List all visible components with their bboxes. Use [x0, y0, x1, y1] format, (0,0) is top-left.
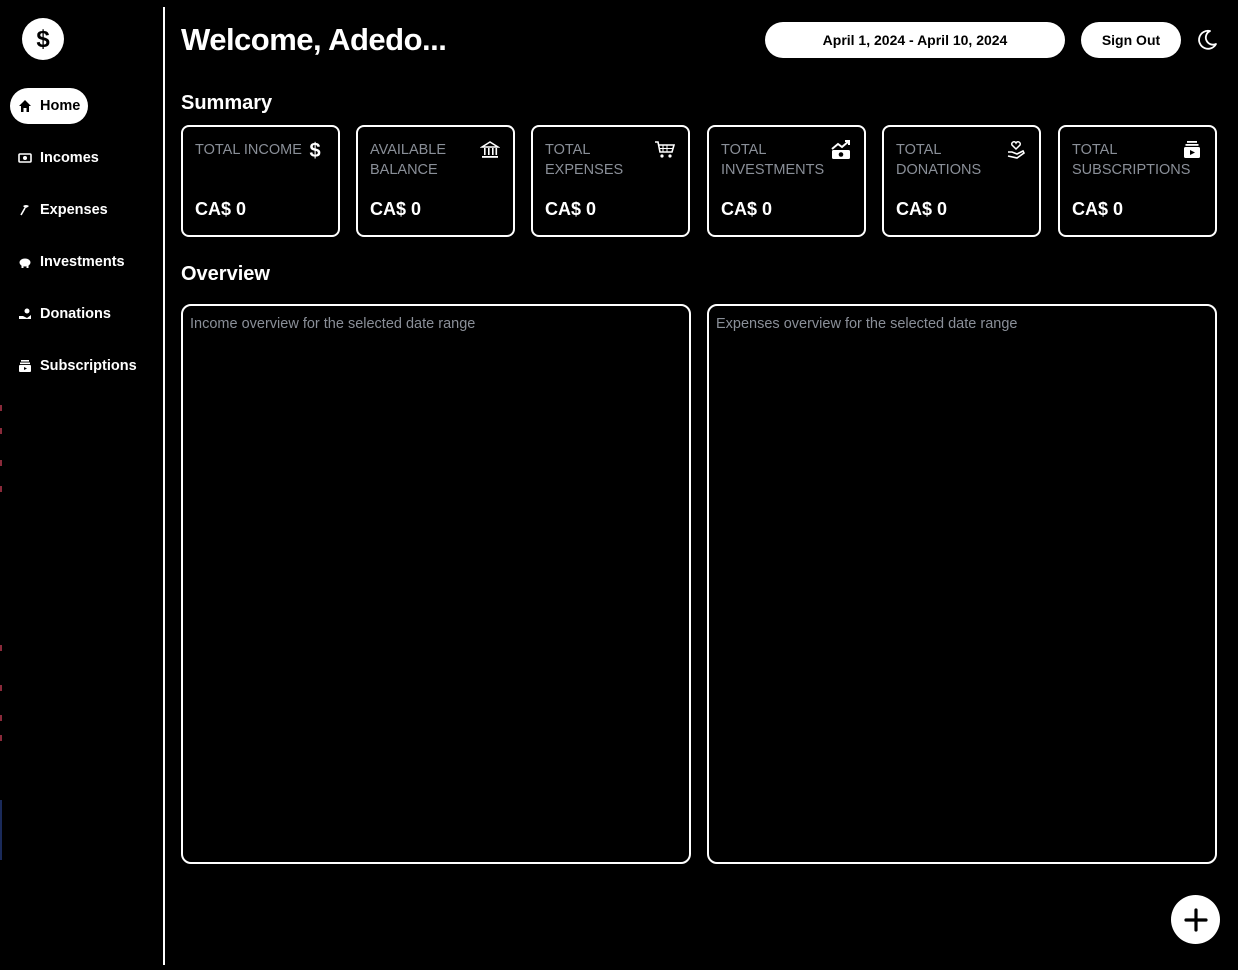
summary-heading: Summary — [181, 92, 273, 114]
expenses-overview-caption: Expenses overview for the selected date … — [716, 316, 1018, 332]
subscription-icon — [18, 359, 32, 373]
window-edge — [0, 405, 2, 860]
expenses-icon — [18, 203, 32, 217]
card-value: CA$ 0 — [545, 199, 597, 219]
income-overview-caption: Income overview for the selected date ra… — [190, 316, 476, 332]
card-available-balance: Available Balance CA$ 0 — [356, 125, 515, 237]
sidebar-item-label: Incomes — [40, 150, 99, 166]
sign-out-button[interactable]: Sign Out — [1081, 22, 1181, 58]
money-icon — [18, 151, 32, 165]
dollar-icon: $ — [36, 27, 50, 51]
donation-icon — [1005, 139, 1027, 161]
sidebar-divider — [163, 7, 165, 965]
sidebar-item-label: Donations — [40, 306, 111, 322]
sidebar-item-incomes[interactable]: Incomes — [10, 140, 107, 176]
card-label: Total Income — [195, 142, 302, 158]
card-label: Total Investments — [721, 142, 825, 178]
card-label: Total Subscriptions — [1072, 142, 1191, 178]
card-label: Available Balance — [370, 142, 447, 178]
investment-icon — [830, 139, 852, 161]
card-total-donations: Total Donations CA$ 0 — [882, 125, 1041, 237]
card-label: Total Expenses — [545, 142, 624, 178]
card-label: Total Donations — [896, 142, 982, 178]
svg-text:$: $ — [36, 27, 50, 51]
card-total-subscriptions: Total Subscriptions CA$ 0 — [1058, 125, 1217, 237]
sidebar-item-label: Investments — [40, 254, 125, 270]
sidebar-nav: Home Incomes Expenses Investments Donati… — [10, 88, 155, 400]
card-value: CA$ 0 — [1072, 199, 1124, 219]
donation-icon — [18, 307, 32, 321]
income-overview-panel: Income overview for the selected date ra… — [181, 304, 691, 864]
theme-toggle-button[interactable] — [1195, 28, 1219, 52]
summary-cards: Total Income CA$ 0 $ Available Balance C… — [181, 125, 1217, 237]
sidebar-item-subscriptions[interactable]: Subscriptions — [10, 348, 145, 384]
sidebar-item-label: Expenses — [40, 202, 108, 218]
dollar-icon: $ — [304, 139, 326, 161]
card-value: CA$ 0 — [896, 199, 948, 219]
sidebar-item-home[interactable]: Home — [10, 88, 89, 124]
add-button[interactable] — [1171, 895, 1220, 944]
card-total-investments: Total Investments CA$ 0 — [707, 125, 866, 237]
overview-heading: Overview — [181, 263, 270, 285]
card-value: CA$ 0 — [370, 199, 422, 219]
card-total-income: Total Income CA$ 0 $ — [181, 125, 340, 237]
moon-icon — [1198, 29, 1217, 50]
sidebar-item-donations[interactable]: Donations — [10, 296, 119, 332]
expenses-overview-panel: Expenses overview for the selected date … — [707, 304, 1217, 864]
date-range-picker[interactable]: April 1, 2024 - April 10, 2024 — [765, 22, 1065, 58]
plus-icon — [1183, 907, 1208, 932]
sidebar-item-expenses[interactable]: Expenses — [10, 192, 116, 228]
home-icon — [18, 99, 32, 113]
bank-icon — [479, 139, 501, 161]
cart-icon — [654, 139, 676, 161]
page-title: Welcome, Adedo... — [181, 22, 447, 57]
app-root: $ Home Incomes Expenses Investments Dona… — [0, 0, 1238, 970]
card-total-expenses: Total Expenses CA$ 0 — [531, 125, 690, 237]
svg-text:$: $ — [309, 140, 320, 161]
sidebar-item-label: Subscriptions — [40, 358, 137, 374]
subscription-icon — [1181, 139, 1203, 161]
card-value: CA$ 0 — [721, 199, 773, 219]
sidebar: $ Home Incomes Expenses Investments Dona… — [0, 0, 163, 970]
app-logo[interactable]: $ — [22, 18, 64, 60]
sidebar-item-investments[interactable]: Investments — [10, 244, 133, 280]
card-value: CA$ 0 — [195, 199, 247, 219]
piggy-bank-icon — [18, 255, 32, 269]
sidebar-item-label: Home — [40, 98, 81, 114]
